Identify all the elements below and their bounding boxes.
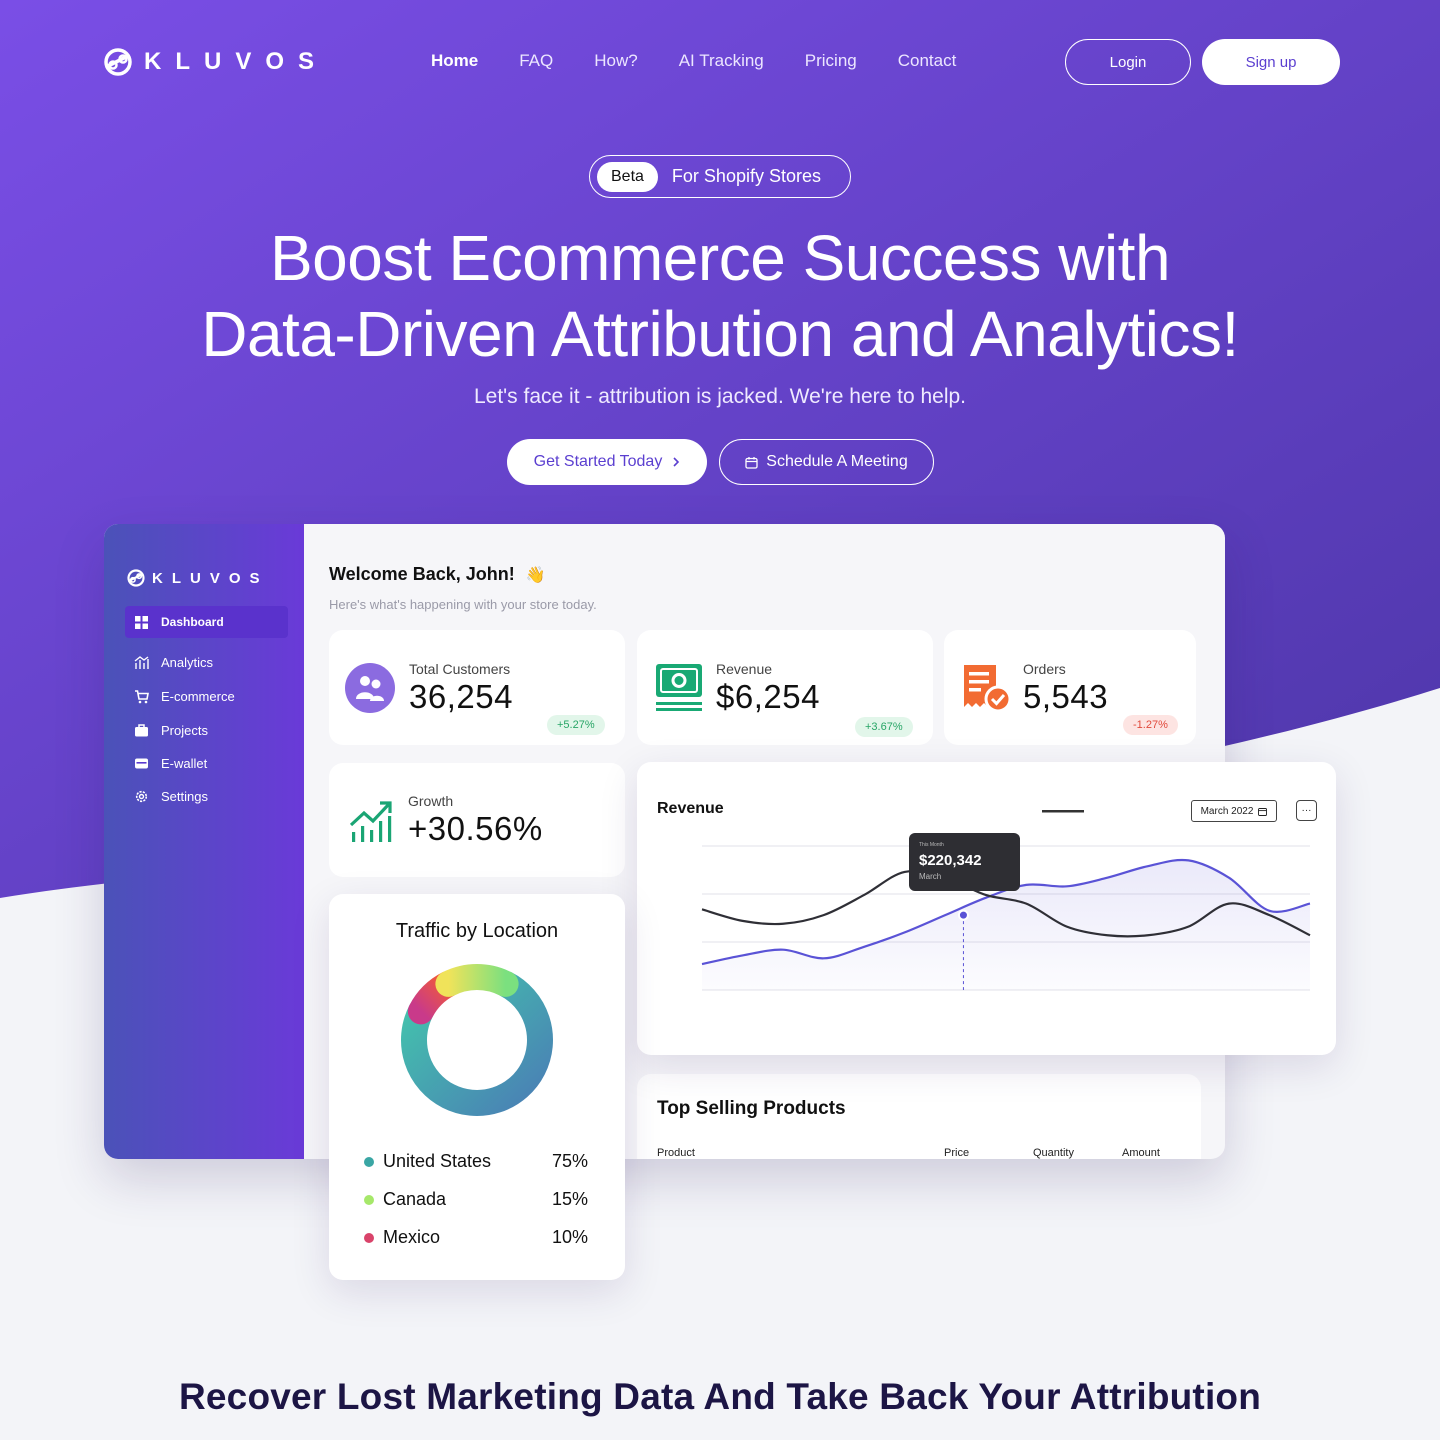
legend-percent: 10% <box>551 1227 588 1247</box>
pill-text: For Shopify Stores <box>671 166 821 186</box>
growth-label: Growth <box>408 793 454 809</box>
legend-dot <box>364 1232 374 1243</box>
nav-how[interactable]: How? <box>594 51 637 71</box>
cash-icon <box>656 664 702 711</box>
legend-name: Mexico <box>383 1227 441 1247</box>
traffic-donut-chart <box>401 964 553 1116</box>
sidebar-item-label: Dashboard <box>161 615 224 629</box>
beta-pill: Beta For Shopify Stores <box>589 155 851 198</box>
stat-card-orders: Orders 5,543 -1.27% <box>944 630 1196 745</box>
welcome-heading: Welcome Back, John! 👋 <box>329 564 546 585</box>
traffic-location-card: Traffic by Location United States 75% Ca… <box>329 894 625 1280</box>
nav-contact[interactable]: Contact <box>898 51 957 71</box>
column-header-quantity: Quantity <box>1033 1147 1074 1159</box>
top-selling-card: Top Selling Products Product Price Quant… <box>637 1074 1201 1159</box>
growth-chart-icon <box>349 801 392 842</box>
beta-badge: Beta <box>597 161 658 192</box>
briefcase-icon <box>135 723 148 736</box>
headline-line-1: Boost Ecommerce Success with <box>269 222 1171 294</box>
main-nav: Home FAQ How? AI Tracking Pricing Contac… <box>431 51 956 71</box>
donut-slice-canada <box>435 964 519 997</box>
hero-headline: Boost Ecommerce Success with Data-Driven… <box>0 220 1440 372</box>
welcome-subtitle: Here's what's happening with your store … <box>329 597 597 612</box>
stat-value: 36,254 <box>409 678 513 715</box>
legend-dot <box>364 1194 374 1205</box>
sidebar-logo: KLUVOS <box>126 568 269 588</box>
nav-ai-tracking[interactable]: AI Tracking <box>679 51 764 71</box>
tooltip-value: $220,342 <box>919 852 982 869</box>
cart-icon <box>135 689 149 703</box>
sidebar-item-dashboard[interactable]: Dashboard <box>125 606 288 638</box>
stat-value: $6,254 <box>716 678 820 715</box>
column-header-amount: Amount <box>1122 1147 1160 1159</box>
signup-button[interactable]: Sign up <box>1202 39 1340 85</box>
stat-change-badge: -1.27% <box>1123 715 1178 735</box>
brand-logo[interactable]: KLUVOS <box>102 46 328 78</box>
sidebar-item-label: Analytics <box>161 654 214 670</box>
headline-line-2: Data-Driven Attribution and Analytics! <box>201 298 1239 370</box>
stat-value: 5,543 <box>1023 678 1109 715</box>
welcome-text: Welcome Back, John! <box>329 564 515 584</box>
stat-change-badge: +3.67% <box>855 717 913 737</box>
highlight-point[interactable] <box>957 909 969 921</box>
analytics-icon <box>134 655 149 669</box>
column-header-product: Product <box>657 1147 695 1159</box>
column-header-price: Price <box>944 1147 970 1159</box>
growth-card: Growth +30.56% <box>329 763 625 877</box>
sidebar-item-projects[interactable]: Projects <box>125 714 288 746</box>
stat-label: Total Customers <box>409 661 511 677</box>
legend-percent: 15% <box>551 1189 588 1209</box>
logo-mark-icon <box>127 569 145 587</box>
nav-pricing[interactable]: Pricing <box>805 51 857 71</box>
sidebar-item-ecommerce[interactable]: E-commerce <box>125 680 288 712</box>
tooltip-month: March <box>919 872 942 881</box>
brand-name: KLUVOS <box>144 48 329 75</box>
sidebar-item-label: Projects <box>161 722 208 738</box>
chart-tooltip: This Month $220,342 March <box>909 833 1020 891</box>
chevron-right-icon <box>673 457 680 467</box>
logo-mark-icon <box>104 48 132 76</box>
grid-icon <box>135 615 148 629</box>
nav-faq[interactable]: FAQ <box>519 51 553 71</box>
gear-icon <box>135 790 148 802</box>
sidebar-item-analytics[interactable]: Analytics <box>125 646 288 678</box>
sidebar-item-label: E-wallet <box>161 755 208 771</box>
sidebar-brand-name: KLUVOS <box>152 569 269 587</box>
sidebar-item-label: E-commerce <box>161 688 235 704</box>
schedule-meeting-label: Schedule A Meeting <box>766 453 908 470</box>
legend-name: United States <box>383 1151 492 1171</box>
legend-name: Canada <box>383 1189 447 1209</box>
customers-icon <box>345 663 395 713</box>
stat-label: Revenue <box>716 661 773 677</box>
tooltip-caption: This Month <box>919 842 944 848</box>
legend-row-canada: Canada 15% <box>364 1189 588 1210</box>
nav-home[interactable]: Home <box>431 51 478 71</box>
get-started-label: Get Started Today <box>533 453 663 470</box>
growth-value: +30.56% <box>408 810 543 847</box>
section-heading: Recover Lost Marketing Data And Take Bac… <box>178 1376 1262 1417</box>
sidebar-item-settings[interactable]: Settings <box>125 780 288 812</box>
calendar-icon <box>745 456 758 469</box>
stat-change-badge: +5.27% <box>547 715 605 735</box>
revenue-line-chart <box>701 845 1311 991</box>
hero-subheadline: Let's face it - attribution is jacked. W… <box>473 385 967 408</box>
legend-percent: 75% <box>551 1151 588 1171</box>
get-started-button[interactable]: Get Started Today <box>507 439 707 485</box>
legend-dot <box>364 1156 374 1167</box>
login-button[interactable]: Login <box>1065 39 1191 85</box>
wallet-icon <box>135 758 148 768</box>
wave-emoji: 👋 <box>525 567 546 584</box>
stat-card-customers: Total Customers 36,254 +5.27% <box>329 630 625 745</box>
top-selling-title: Top Selling Products <box>657 1098 846 1119</box>
dashboard-sidebar: KLUVOS Dashboard Analytics E-commerce Pr… <box>104 524 304 1159</box>
stat-card-revenue: Revenue $6,254 +3.67% <box>637 630 933 745</box>
receipt-icon <box>964 665 1012 713</box>
sidebar-item-label: Settings <box>161 788 208 804</box>
legend-row-united-states: United States 75% <box>364 1151 588 1172</box>
legend-row-mexico: Mexico 10% <box>364 1227 588 1248</box>
stat-label: Orders <box>1023 661 1066 677</box>
sidebar-item-ewallet[interactable]: E-wallet <box>125 747 288 779</box>
schedule-meeting-button[interactable]: Schedule A Meeting <box>719 439 934 485</box>
revenue-chart-card: Revenue March 2022 ··· This Month $220,3… <box>637 762 1336 1055</box>
